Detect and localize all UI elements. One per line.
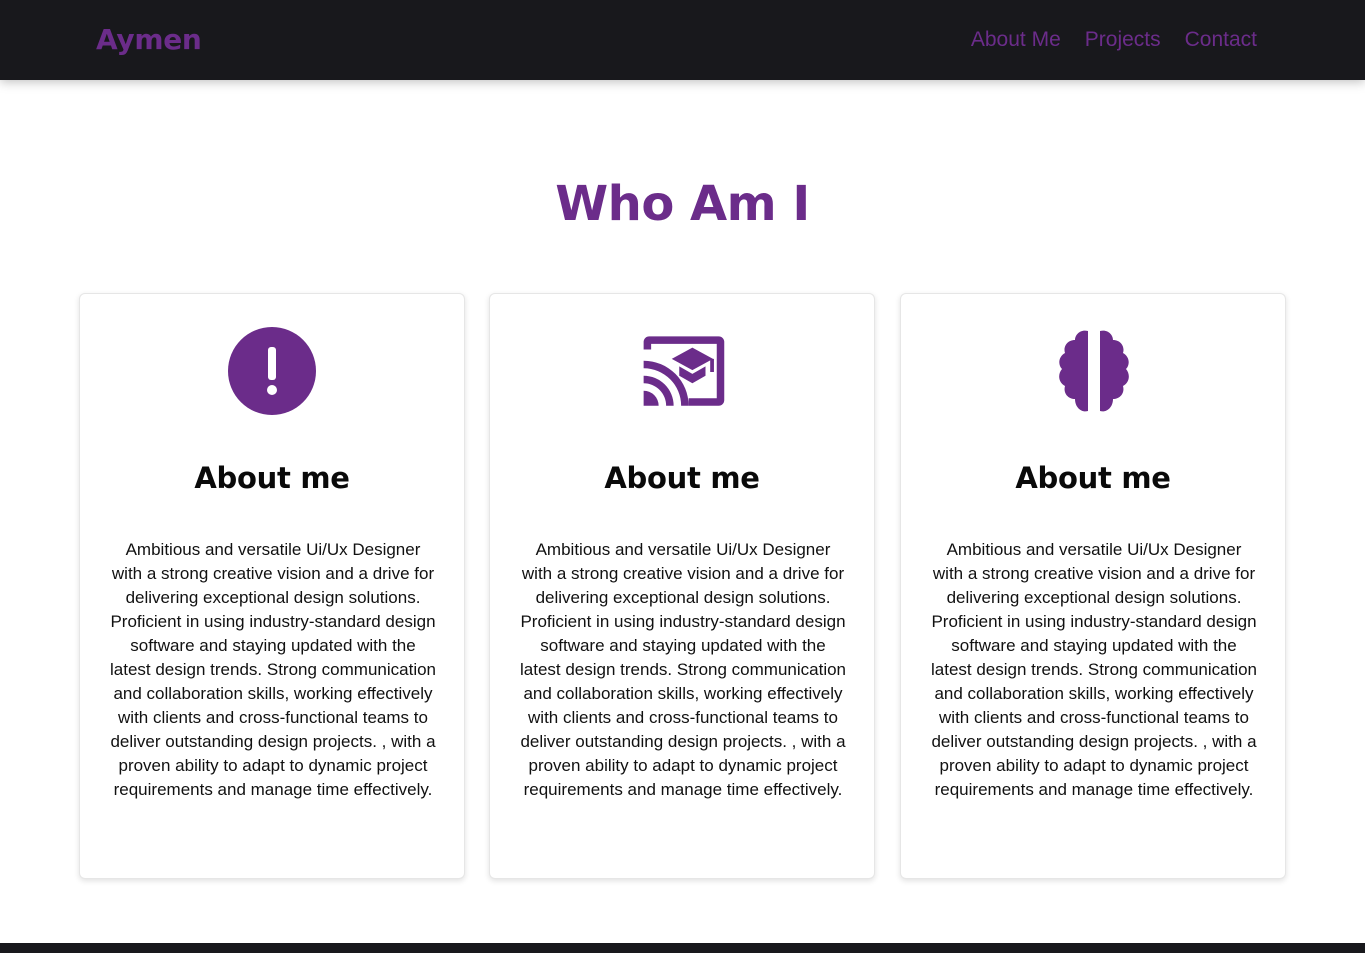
card-title: About me (604, 461, 760, 495)
nav-link-projects[interactable]: Projects (1085, 24, 1161, 56)
about-card: About me Ambitious and versatile Ui/Ux D… (79, 293, 465, 879)
cast-for-education-icon (638, 327, 728, 417)
exclamation-circle-icon (228, 327, 318, 417)
card-text: Ambitious and versatile Ui/Ux Designer w… (110, 540, 437, 799)
brain-icon (1049, 327, 1139, 417)
section-title: Who Am I (555, 176, 810, 232)
nav-links: About Me Projects Contact (971, 24, 1257, 56)
navbar: Aymen About Me Projects Contact (0, 0, 1365, 80)
card-title: About me (194, 461, 350, 495)
nav-link-contact[interactable]: Contact (1185, 24, 1257, 56)
footer (0, 943, 1365, 953)
card-title: About me (1015, 461, 1171, 495)
card-text: Ambitious and versatile Ui/Ux Designer w… (520, 540, 847, 799)
about-card: About me Ambitious and versatile Ui/Ux D… (900, 293, 1286, 879)
card-text: Ambitious and versatile Ui/Ux Designer w… (931, 540, 1258, 799)
brand-logo[interactable]: Aymen (96, 20, 202, 60)
about-card: About me Ambitious and versatile Ui/Ux D… (489, 293, 875, 879)
nav-link-about-me[interactable]: About Me (971, 24, 1061, 56)
